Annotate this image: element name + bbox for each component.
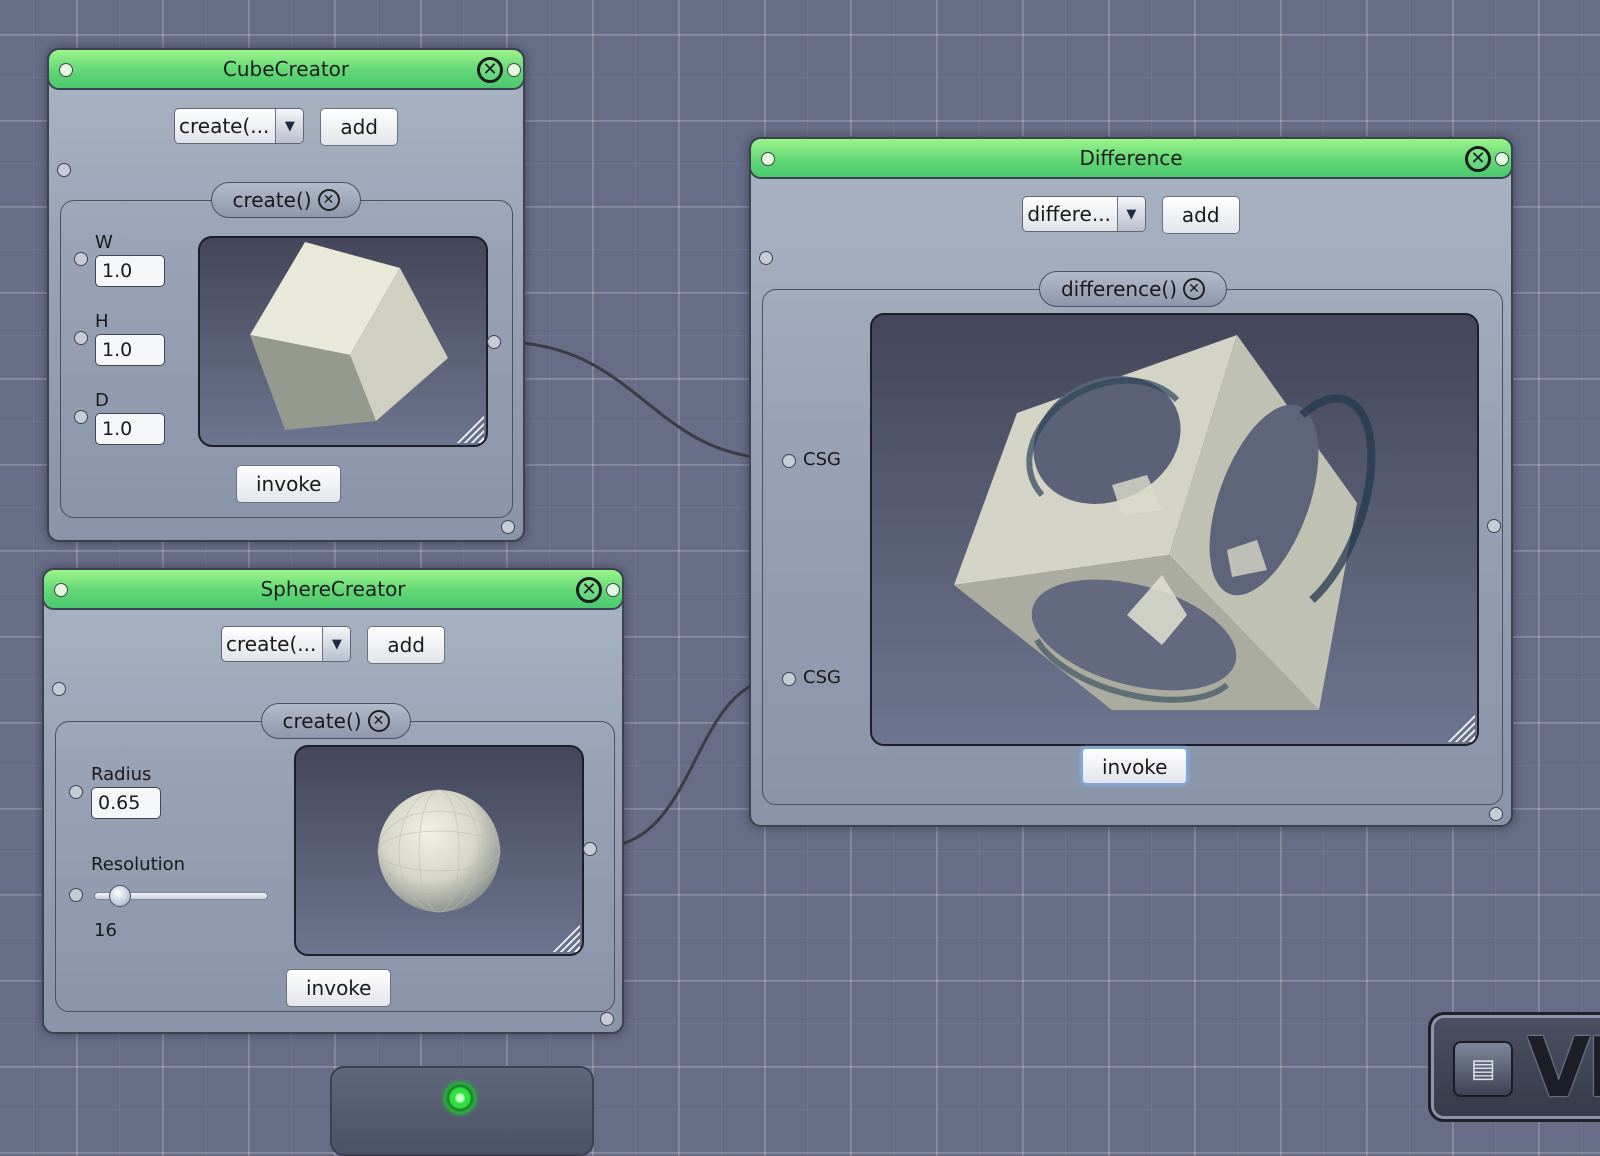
csg-input-label-2: CSG bbox=[803, 667, 841, 688]
invoke-button[interactable]: invoke bbox=[1081, 747, 1189, 785]
output-port[interactable] bbox=[1487, 519, 1501, 533]
close-icon[interactable]: ✕ bbox=[477, 57, 503, 83]
radius-field[interactable] bbox=[91, 787, 161, 819]
bottom-dock bbox=[330, 1066, 594, 1156]
radius-input-port[interactable] bbox=[69, 785, 83, 799]
output-port[interactable] bbox=[487, 335, 501, 349]
csg-input-port-2[interactable] bbox=[782, 672, 796, 686]
difference-method-group: difference() ✕ CSG CSG invoke bbox=[762, 271, 1503, 805]
window-left-port[interactable] bbox=[59, 63, 73, 77]
chevron-down-icon[interactable]: ▼ bbox=[322, 627, 351, 661]
window-left-port[interactable] bbox=[761, 152, 775, 166]
app-logo: ▤ VI bbox=[1428, 1012, 1600, 1122]
width-field[interactable] bbox=[95, 255, 165, 287]
invoke-button[interactable]: invoke bbox=[286, 969, 392, 1007]
window-right-port[interactable] bbox=[1495, 152, 1509, 166]
logo-clip: ▤ VI bbox=[1424, 1008, 1600, 1138]
chevron-down-icon[interactable]: ▼ bbox=[275, 109, 304, 143]
wire-cube-to-difference bbox=[499, 340, 783, 461]
method-controls: differe... ▼ add bbox=[751, 196, 1511, 234]
close-icon[interactable]: ✕ bbox=[1465, 146, 1491, 172]
sphere-creator-titlebar[interactable]: SphereCreator ✕ bbox=[42, 568, 624, 610]
method-group-title: difference() bbox=[1060, 277, 1177, 301]
difference-window[interactable]: Difference ✕ differe... ▼ add difference… bbox=[749, 137, 1513, 827]
input-port-w[interactable] bbox=[74, 252, 88, 266]
method-group-tab: create() ✕ bbox=[211, 182, 361, 218]
csg-input-label-1: CSG bbox=[803, 449, 841, 470]
sphere-creator-window[interactable]: SphereCreator ✕ create(... ▼ add create(… bbox=[42, 568, 624, 1034]
method-port[interactable] bbox=[52, 682, 66, 696]
resolution-value: 16 bbox=[94, 920, 117, 941]
window-bottom-port[interactable] bbox=[501, 520, 515, 534]
method-select-value: differe... bbox=[1027, 202, 1111, 226]
add-button[interactable]: add bbox=[367, 626, 446, 664]
resolution-slider-knob[interactable] bbox=[109, 885, 132, 907]
method-port[interactable] bbox=[57, 163, 71, 177]
resolution-label: Resolution bbox=[91, 854, 186, 875]
cube-creator-titlebar[interactable]: CubeCreator ✕ bbox=[47, 48, 525, 90]
close-icon[interactable]: ✕ bbox=[576, 577, 602, 603]
csg-difference-model-icon bbox=[954, 335, 1376, 710]
resolution-input-port[interactable] bbox=[69, 888, 83, 902]
input-label-h: H bbox=[95, 311, 109, 332]
height-field[interactable] bbox=[95, 334, 165, 366]
app-logo-icon: ▤ bbox=[1453, 1041, 1513, 1097]
close-icon[interactable]: ✕ bbox=[317, 189, 340, 211]
cube-creator-window[interactable]: CubeCreator ✕ create(... ▼ add create() … bbox=[47, 48, 525, 542]
method-select[interactable]: differe... ▼ bbox=[1022, 196, 1146, 232]
window-bottom-port[interactable] bbox=[600, 1012, 614, 1026]
method-select[interactable]: create(... ▼ bbox=[173, 108, 305, 144]
method-select-value: create(... bbox=[225, 632, 317, 656]
output-port[interactable] bbox=[583, 842, 597, 856]
window-right-port[interactable] bbox=[507, 63, 521, 77]
chevron-down-icon[interactable]: ▼ bbox=[1116, 197, 1145, 231]
add-button[interactable]: add bbox=[320, 108, 399, 146]
window-title: SphereCreator bbox=[260, 577, 406, 601]
window-left-port[interactable] bbox=[54, 583, 68, 597]
window-title: Difference bbox=[1079, 146, 1183, 170]
green-status-light-icon bbox=[440, 1078, 480, 1118]
method-select-value: create(... bbox=[178, 114, 270, 138]
window-bottom-port[interactable] bbox=[1489, 807, 1503, 821]
method-group-title: create() bbox=[282, 709, 362, 733]
input-label-d: D bbox=[95, 390, 109, 411]
method-select[interactable]: create(... ▼ bbox=[220, 626, 352, 662]
invoke-button[interactable]: invoke bbox=[236, 465, 342, 503]
method-controls: create(... ▼ add bbox=[44, 626, 622, 664]
method-group-tab: create() ✕ bbox=[261, 703, 411, 739]
input-port-h[interactable] bbox=[74, 331, 88, 345]
input-port-d[interactable] bbox=[74, 410, 88, 424]
add-button[interactable]: add bbox=[1161, 196, 1240, 234]
cube-preview-viewer[interactable] bbox=[198, 236, 488, 447]
close-icon[interactable]: ✕ bbox=[1183, 278, 1205, 300]
close-icon[interactable]: ✕ bbox=[367, 710, 390, 732]
depth-field[interactable] bbox=[95, 413, 165, 445]
cube-model-icon bbox=[250, 242, 448, 430]
csg-input-port-1[interactable] bbox=[782, 454, 796, 468]
app-logo-text: VI bbox=[1527, 1021, 1600, 1116]
sphere-preview-viewer[interactable] bbox=[294, 745, 584, 956]
create-method-group: create() ✕ Radius Resolution 16 bbox=[55, 703, 615, 1012]
method-controls: create(... ▼ add bbox=[49, 108, 523, 146]
method-group-title: create() bbox=[232, 188, 312, 212]
sphere-model-icon bbox=[377, 789, 501, 913]
input-label-w: W bbox=[95, 232, 113, 253]
difference-titlebar[interactable]: Difference ✕ bbox=[749, 137, 1513, 179]
difference-preview-viewer[interactable] bbox=[870, 313, 1479, 746]
window-right-port[interactable] bbox=[606, 583, 620, 597]
radius-label: Radius bbox=[91, 764, 152, 785]
window-title: CubeCreator bbox=[222, 57, 350, 81]
create-method-group: create() ✕ W H D invoke bbox=[60, 182, 513, 518]
method-group-tab: difference() ✕ bbox=[1039, 271, 1227, 307]
method-port[interactable] bbox=[759, 251, 773, 265]
